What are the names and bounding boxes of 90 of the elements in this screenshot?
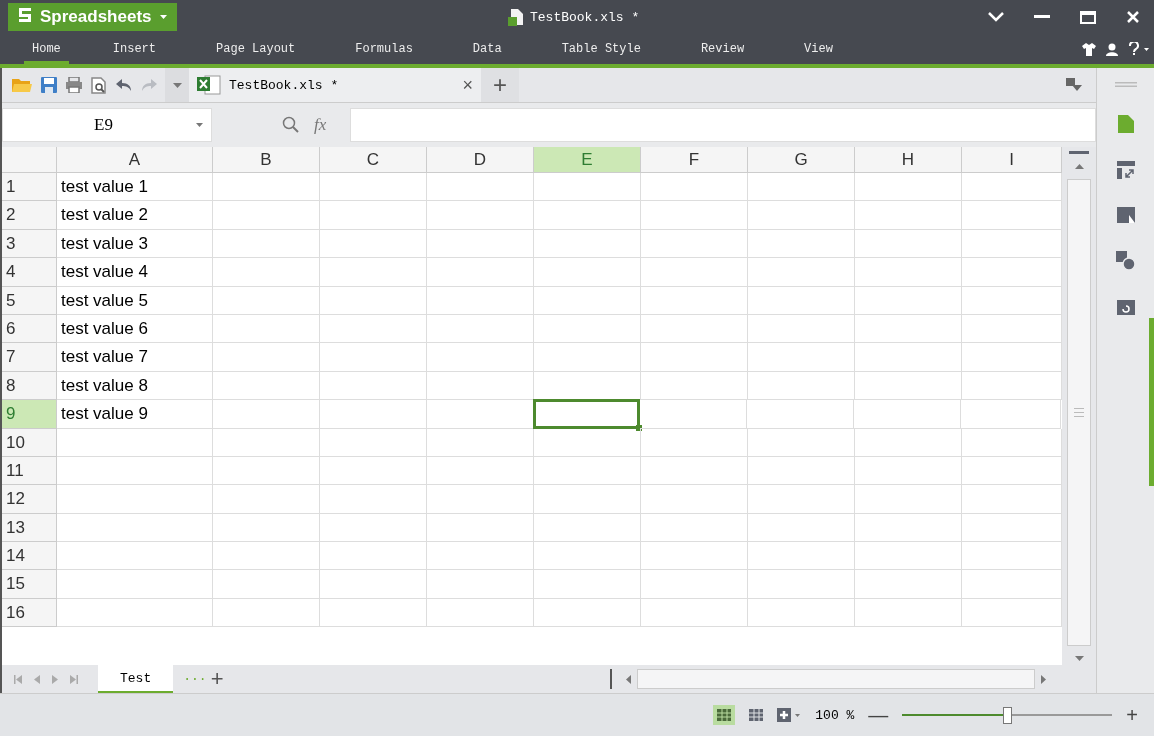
grip-icon[interactable] <box>1114 82 1137 87</box>
menu-tab[interactable]: Page Layout <box>208 34 304 64</box>
help-icon[interactable] <box>1128 42 1150 56</box>
row-header[interactable]: 16 <box>2 598 57 628</box>
table-arrows-icon[interactable] <box>1116 161 1135 179</box>
row-header[interactable]: 15 <box>2 570 57 599</box>
row-header[interactable]: 7 <box>2 343 57 372</box>
print-preview-icon[interactable] <box>91 76 107 94</box>
column-header[interactable]: E <box>534 147 641 173</box>
backup-icon[interactable] <box>1116 298 1135 315</box>
app-name: Spreadsheets <box>40 7 152 27</box>
table-cell: test value 9 <box>57 400 213 429</box>
new-tab-button[interactable]: + <box>481 68 519 102</box>
column-header[interactable]: C <box>320 147 427 173</box>
formula-input-field[interactable] <box>350 108 1096 142</box>
table-cell: test value 2 <box>57 201 213 230</box>
column-header[interactable]: A <box>57 147 213 173</box>
spreadsheet-file-icon <box>197 75 221 95</box>
cursor-square-icon[interactable] <box>1116 207 1135 223</box>
name-box[interactable]: E9 <box>2 108 212 142</box>
table-cell: test value 5 <box>57 286 213 315</box>
row-header[interactable]: 3 <box>2 229 57 259</box>
zoom-slider[interactable] <box>902 706 1113 724</box>
column-header[interactable]: D <box>427 147 534 173</box>
row-header[interactable]: 8 <box>2 371 57 401</box>
scroll-right-icon[interactable] <box>1041 674 1046 684</box>
add-sheet-button[interactable]: + <box>210 666 224 692</box>
close-tab-button[interactable]: × <box>462 74 473 96</box>
printer-icon[interactable] <box>66 77 82 93</box>
table-cell: test value 4 <box>57 258 213 287</box>
row-header[interactable]: 10 <box>2 428 57 457</box>
row-header[interactable]: 6 <box>2 314 57 344</box>
row-header[interactable]: 2 <box>2 201 57 230</box>
slider-thumb[interactable] <box>1003 706 1013 724</box>
maximize-icon[interactable] <box>1080 10 1096 24</box>
row-header[interactable]: 12 <box>2 485 57 514</box>
shapes-icon[interactable] <box>1116 251 1135 270</box>
page-break-view-icon[interactable] <box>749 709 764 721</box>
dropdown-icon[interactable] <box>172 82 182 88</box>
row-header[interactable]: 11 <box>2 456 57 486</box>
scroll-up-icon[interactable] <box>1074 164 1084 169</box>
document-tab-title: TestBook.xls * <box>229 77 339 93</box>
menu-tab[interactable]: Review <box>692 34 753 64</box>
zoom-in-button[interactable]: + <box>1126 703 1138 727</box>
minimize-icon[interactable] <box>1034 15 1050 19</box>
zoom-percentage[interactable]: 100 % <box>815 707 855 723</box>
row-header[interactable]: 5 <box>2 286 57 315</box>
menu-tab[interactable]: Insert <box>104 34 165 64</box>
row-header[interactable]: 14 <box>2 542 57 571</box>
horizontal-scrollbar[interactable] <box>610 669 1046 689</box>
column-header[interactable]: G <box>748 147 855 173</box>
layout-icon[interactable] <box>1066 78 1082 92</box>
column-header[interactable]: B <box>213 147 320 173</box>
chevron-down-icon[interactable] <box>988 12 1004 22</box>
row-header[interactable]: 9 <box>2 400 57 429</box>
scroll-down-icon[interactable] <box>1074 656 1084 661</box>
menu-tab[interactable]: View <box>796 34 841 64</box>
shirt-icon[interactable] <box>1082 42 1096 56</box>
save-icon[interactable] <box>41 77 57 93</box>
scroll-left-icon[interactable] <box>626 674 631 684</box>
function-button[interactable]: fx <box>314 115 327 135</box>
undo-icon[interactable] <box>116 78 132 92</box>
column-header[interactable]: I <box>962 147 1062 173</box>
window-title: TestBook.xls * <box>530 9 640 25</box>
row-header[interactable]: 4 <box>2 258 57 287</box>
side-panel-handle[interactable] <box>1149 318 1154 486</box>
row-header[interactable]: 13 <box>2 513 57 543</box>
page-view-icon[interactable] <box>777 708 802 722</box>
row-header[interactable]: 1 <box>2 173 57 202</box>
table-cell: test value 3 <box>57 229 213 259</box>
close-icon[interactable] <box>1126 10 1140 24</box>
table-cell: test value 8 <box>57 371 213 401</box>
table-cell: test value 7 <box>57 343 213 372</box>
caret-icon <box>196 123 203 127</box>
sheet-tab[interactable]: Test <box>98 665 174 693</box>
document-tab[interactable]: TestBook.xls * × <box>189 68 481 102</box>
zoom-out-button[interactable]: — <box>868 703 889 727</box>
column-header[interactable]: H <box>855 147 962 173</box>
user-icon[interactable] <box>1106 42 1118 56</box>
menu-tab[interactable]: Table Style <box>553 34 649 64</box>
normal-view-icon[interactable] <box>713 705 736 725</box>
column-header[interactable]: F <box>641 147 748 173</box>
magnifier-icon[interactable] <box>282 116 300 134</box>
caret-icon <box>159 15 167 19</box>
table-cell: test value 6 <box>57 314 213 344</box>
new-document-icon[interactable] <box>1117 115 1134 133</box>
menu-tab[interactable]: Formulas <box>347 34 421 64</box>
table-cell: test value 1 <box>57 173 213 202</box>
menu-tab[interactable]: Data <box>464 34 510 64</box>
document-icon <box>508 8 524 26</box>
